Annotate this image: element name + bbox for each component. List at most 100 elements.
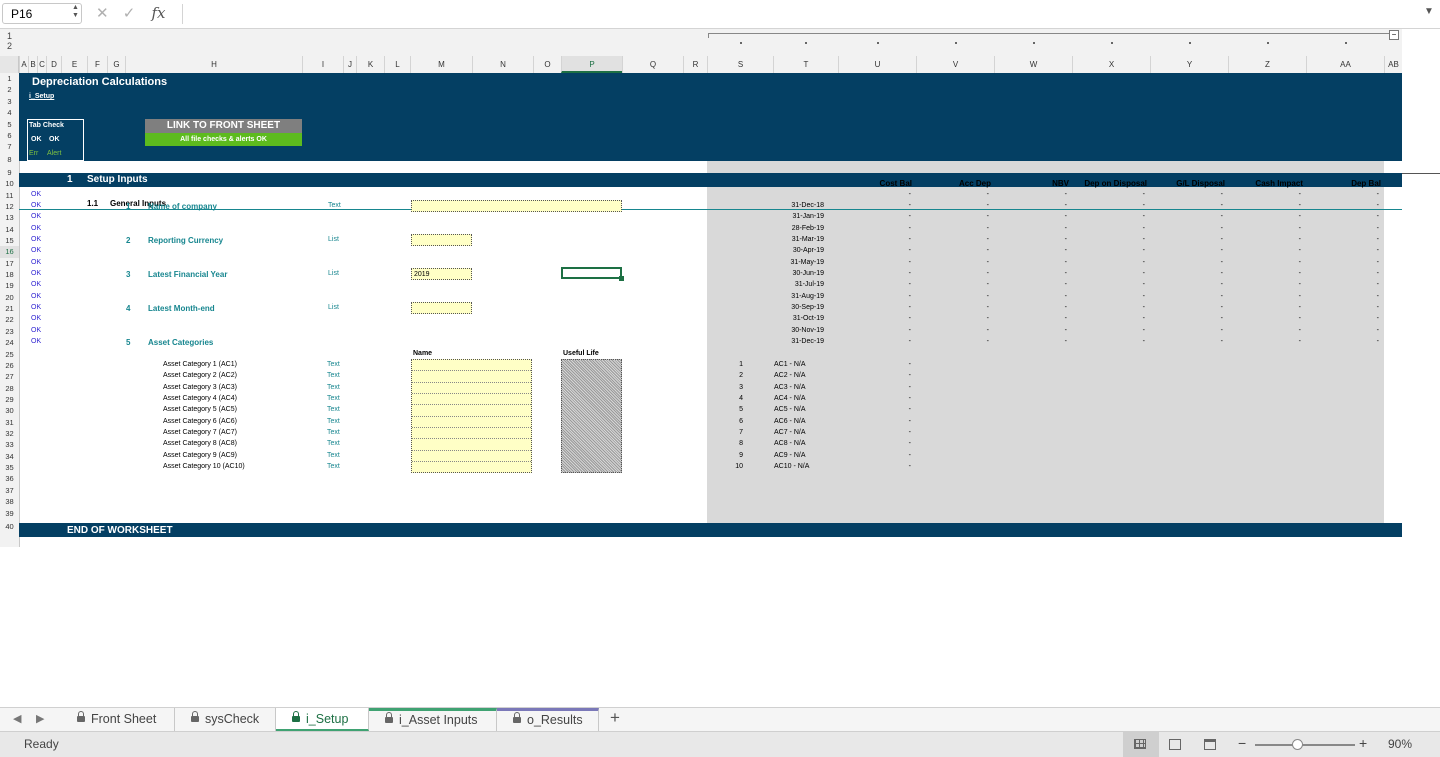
row-header[interactable]: 26: [0, 360, 19, 371]
outline-dot[interactable]: [1189, 42, 1191, 44]
cancel-icon[interactable]: ✕: [96, 5, 109, 22]
link-front-sheet-button[interactable]: LINK TO FRONT SHEET: [145, 119, 302, 133]
row-header[interactable]: 39: [0, 507, 19, 521]
add-sheet-button[interactable]: +: [610, 708, 620, 728]
row-header[interactable]: 21: [0, 303, 19, 314]
zoom-slider-thumb[interactable]: [1292, 739, 1303, 750]
row-header[interactable]: 40: [0, 521, 19, 532]
row-header[interactable]: 30: [0, 405, 19, 416]
function-icon[interactable]: fx: [152, 4, 166, 22]
row-header[interactable]: 24: [0, 337, 19, 348]
row-header[interactable]: 3: [0, 96, 19, 107]
column-header[interactable]: Q: [622, 56, 683, 73]
column-header[interactable]: O: [533, 56, 561, 73]
outline-level-2[interactable]: 2: [7, 41, 12, 51]
outline-dot[interactable]: [877, 42, 879, 44]
row-header[interactable]: 23: [0, 326, 19, 337]
row-header[interactable]: 16: [0, 246, 19, 258]
row-header[interactable]: 35: [0, 462, 19, 473]
row-header[interactable]: 32: [0, 428, 19, 439]
row-header[interactable]: 7: [0, 141, 19, 152]
row-header[interactable]: 28: [0, 383, 19, 394]
row-header[interactable]: 20: [0, 292, 19, 303]
column-header[interactable]: P: [561, 56, 622, 73]
select-all-corner[interactable]: [0, 56, 19, 73]
row-header[interactable]: 34: [0, 451, 19, 462]
row-header[interactable]: 17: [0, 258, 19, 269]
column-header[interactable]: W: [994, 56, 1072, 73]
sheet-tab-5[interactable]: o_Results: [497, 708, 599, 731]
outline-dot[interactable]: [1033, 42, 1035, 44]
row-header[interactable]: 14: [0, 224, 19, 235]
column-header[interactable]: E: [61, 56, 87, 73]
row-header[interactable]: 8: [0, 153, 19, 167]
input-field[interactable]: 2019: [411, 268, 472, 281]
sheet-tab-2[interactable]: sysCheck: [175, 708, 276, 731]
row-header[interactable]: 5: [0, 119, 19, 130]
column-header[interactable]: X: [1072, 56, 1150, 73]
row-header[interactable]: 12: [0, 201, 19, 212]
outline-dot[interactable]: [1345, 42, 1347, 44]
outline-dot[interactable]: [805, 42, 807, 44]
column-header[interactable]: H: [125, 56, 302, 73]
row-header[interactable]: 2: [0, 84, 19, 95]
zoom-out-button[interactable]: −: [1238, 735, 1246, 751]
input-field[interactable]: [411, 234, 472, 246]
useful-life-input-range[interactable]: [561, 358, 622, 474]
column-header[interactable]: T: [773, 56, 838, 73]
column-header[interactable]: J: [343, 56, 356, 73]
column-header[interactable]: S: [707, 56, 773, 73]
column-header[interactable]: N: [472, 56, 533, 73]
row-header[interactable]: 11: [0, 190, 19, 201]
column-header[interactable]: B: [28, 56, 37, 73]
zoom-slider-track[interactable]: [1255, 744, 1355, 746]
column-header[interactable]: Y: [1150, 56, 1228, 73]
sheet-tab-3[interactable]: i_Setup: [276, 708, 369, 731]
input-field[interactable]: [411, 302, 472, 315]
sheet-tab-1[interactable]: Front Sheet: [61, 708, 175, 731]
row-header[interactable]: 19: [0, 280, 19, 291]
formula-input[interactable]: [190, 4, 1410, 24]
column-header[interactable]: U: [838, 56, 916, 73]
column-header[interactable]: C: [37, 56, 46, 73]
column-header[interactable]: A: [19, 56, 28, 73]
row-header[interactable]: 37: [0, 485, 19, 496]
outline-level-1[interactable]: 1: [7, 31, 12, 41]
row-header[interactable]: 22: [0, 314, 19, 325]
scroll-right-icon[interactable]: ▶: [36, 712, 44, 725]
name-box[interactable]: P16: [2, 3, 82, 24]
column-header[interactable]: Z: [1228, 56, 1306, 73]
outline-dot[interactable]: [1111, 42, 1113, 44]
row-header[interactable]: 33: [0, 439, 19, 450]
column-header[interactable]: V: [916, 56, 994, 73]
input-field[interactable]: [411, 199, 622, 212]
column-header[interactable]: I: [302, 56, 343, 73]
column-header[interactable]: D: [46, 56, 61, 73]
column-header[interactable]: F: [87, 56, 107, 73]
page-layout-icon[interactable]: [1169, 739, 1181, 750]
name-box-stepper-icon[interactable]: ▲ ▼: [72, 4, 79, 20]
outline-dot[interactable]: [955, 42, 957, 44]
row-header[interactable]: 29: [0, 394, 19, 405]
column-header[interactable]: K: [356, 56, 384, 73]
row-header[interactable]: 13: [0, 212, 19, 223]
chevron-down-icon[interactable]: ▼: [1424, 6, 1434, 17]
row-header[interactable]: 6: [0, 130, 19, 141]
outline-dot[interactable]: [1267, 42, 1269, 44]
row-header[interactable]: 10: [0, 178, 19, 189]
row-header[interactable]: 18: [0, 269, 19, 280]
column-header[interactable]: L: [384, 56, 410, 73]
confirm-icon[interactable]: ✓: [123, 5, 136, 22]
row-header[interactable]: 38: [0, 496, 19, 507]
row-header[interactable]: 27: [0, 371, 19, 382]
fill-handle[interactable]: [619, 276, 624, 281]
row-header[interactable]: 36: [0, 473, 19, 484]
row-header[interactable]: 31: [0, 417, 19, 428]
row-header[interactable]: 25: [0, 349, 19, 360]
sheet-tab-4[interactable]: i_Asset Inputs: [369, 708, 497, 731]
column-header[interactable]: M: [410, 56, 472, 73]
outline-collapse-button[interactable]: −: [1389, 30, 1399, 40]
column-header[interactable]: G: [107, 56, 125, 73]
row-header[interactable]: 1: [0, 73, 19, 84]
zoom-in-button[interactable]: +: [1359, 735, 1367, 751]
